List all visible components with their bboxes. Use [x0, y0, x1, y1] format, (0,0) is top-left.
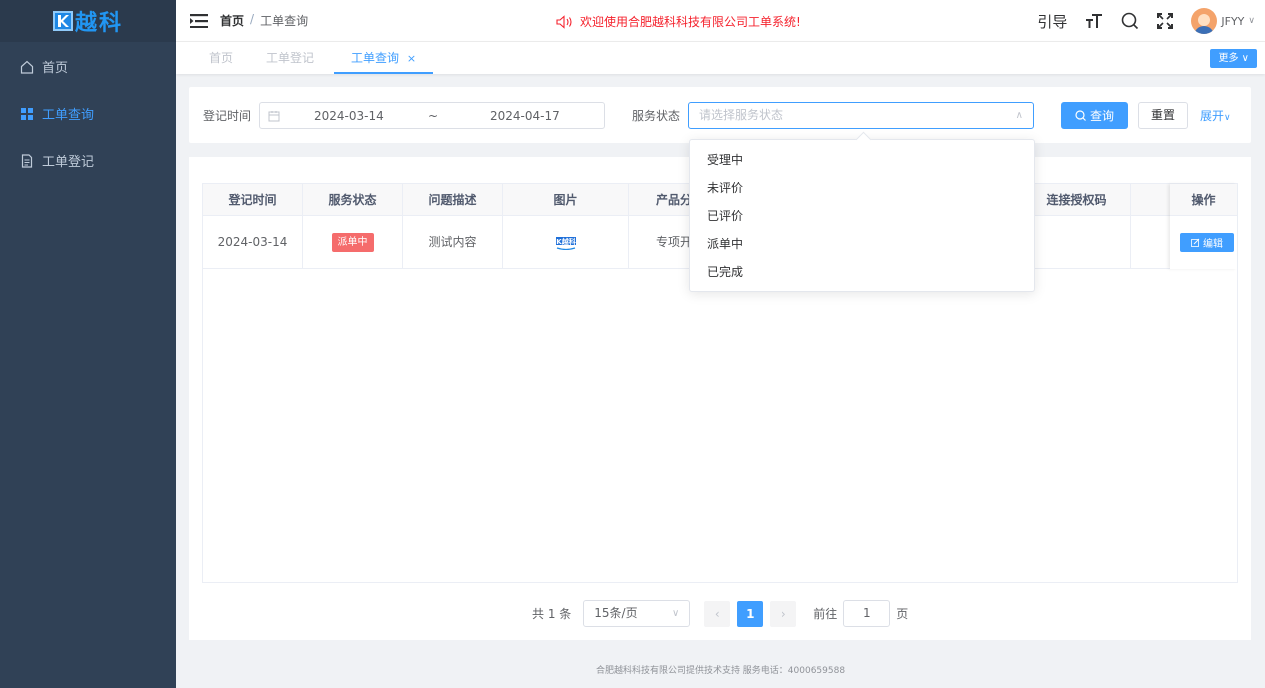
- reset-button[interactable]: 重置: [1138, 102, 1188, 129]
- username: JFYY: [1221, 14, 1245, 28]
- status-badge: 派单中: [331, 233, 374, 252]
- thumbnail-image[interactable]: K越科: [555, 236, 577, 250]
- cell-time: 2024-03-14: [203, 216, 303, 268]
- expand-label: 展开: [1200, 109, 1225, 123]
- status-placeholder: 请选择服务状态: [699, 108, 784, 122]
- more-button[interactable]: 更多 ∨: [1210, 49, 1257, 68]
- sidebar: 越科 首页 工单查询 工单登记: [0, 0, 176, 688]
- fullscreen-icon[interactable]: [1157, 13, 1174, 29]
- col-image: 图片: [503, 184, 629, 216]
- cell-extra: [1131, 216, 1171, 268]
- goto-page-input[interactable]: 1: [843, 600, 891, 627]
- status-select[interactable]: 请选择服务状态 ∧: [688, 102, 1034, 129]
- footer: 合肥越科科技有限公司提供技术支持 服务电话：4000659588: [595, 666, 846, 676]
- col-problem-desc: 问题描述: [403, 184, 503, 216]
- date-separator: ~: [428, 108, 439, 123]
- dropdown-option[interactable]: 已评价: [690, 202, 1034, 230]
- col-register-time: 登记时间: [203, 184, 303, 216]
- chevron-down-icon: ∨: [1241, 53, 1249, 64]
- chevron-up-icon: ∧: [1015, 110, 1023, 121]
- status-dropdown: 受理中 未评价 已评价 派单中 已完成: [689, 139, 1035, 292]
- cell-image: K越科: [503, 216, 629, 268]
- page-size-select[interactable]: 15条/页 ∨: [583, 600, 691, 627]
- sidebar-item-label: 工单查询: [42, 108, 95, 123]
- tags-view: 首页 工单登记 工单查询 × 更多 ∨: [176, 42, 1265, 74]
- date-range-picker[interactable]: 2024-03-14 ~ 2024-04-17: [259, 102, 605, 129]
- fixed-operation-column: 操作 编辑: [1170, 184, 1237, 269]
- home-icon: [20, 60, 34, 74]
- hamburger-icon[interactable]: [190, 13, 208, 28]
- top-header: 首页 / 工单查询 欢迎使用合肥越科科技有限公司工单系统! 引导 JFYY ∨: [176, 0, 1265, 42]
- sidebar-item-workorder-query[interactable]: 工单查询: [0, 90, 176, 137]
- pagination: 共 1 条 15条/页 ∨ ‹ 1 › 前往 1 页: [532, 600, 908, 627]
- dropdown-option[interactable]: 已完成: [690, 258, 1034, 286]
- close-icon[interactable]: ×: [407, 52, 416, 65]
- next-page-button[interactable]: ›: [770, 600, 797, 627]
- sidebar-item-home[interactable]: 首页: [0, 43, 176, 90]
- breadcrumb-home[interactable]: 首页: [220, 12, 244, 29]
- search-icon[interactable]: [1121, 12, 1139, 30]
- page-number[interactable]: 1: [737, 600, 764, 627]
- chevron-down-icon: ∨: [1224, 113, 1231, 123]
- tag-workorder-query[interactable]: 工单查询 ×: [334, 42, 434, 74]
- status-label: 服务状态: [632, 109, 681, 123]
- announcement-text: 欢迎使用合肥越科科技有限公司工单系统!: [580, 15, 801, 29]
- logo: 越科: [0, 0, 176, 42]
- sidebar-item-label: 工单登记: [42, 155, 95, 170]
- tag-home[interactable]: 首页: [209, 42, 233, 74]
- col-extra: [1131, 184, 1171, 216]
- cell-auth-code: [1023, 216, 1131, 268]
- search-icon: [1075, 110, 1086, 121]
- tag-label: 工单查询: [351, 51, 400, 65]
- cell-status: 派单中: [303, 216, 403, 268]
- guide-link[interactable]: 引导: [1037, 11, 1067, 32]
- edit-icon: [1191, 238, 1200, 247]
- goto-page: 前往 1 页: [813, 600, 908, 627]
- more-label: 更多: [1218, 53, 1239, 64]
- breadcrumb-current: 工单查询: [260, 14, 309, 28]
- date-start[interactable]: 2024-03-14: [314, 109, 384, 123]
- expand-toggle[interactable]: 展开∨: [1200, 107, 1231, 124]
- user-menu[interactable]: JFYY ∨: [1191, 8, 1255, 34]
- sidebar-item-workorder-register[interactable]: 工单登记: [0, 137, 176, 184]
- date-label: 登记时间: [203, 109, 252, 123]
- sidebar-item-label: 首页: [42, 61, 69, 76]
- dropdown-option[interactable]: 受理中: [690, 146, 1034, 174]
- breadcrumb-separator: /: [250, 12, 255, 26]
- page-unit: 页: [896, 607, 909, 621]
- avatar: [1191, 8, 1218, 34]
- announcement: 欢迎使用合肥越科科技有限公司工单系统!: [556, 13, 801, 30]
- edit-label: 编辑: [1203, 239, 1223, 250]
- tag-workorder-register[interactable]: 工单登记: [266, 42, 314, 74]
- font-size-icon[interactable]: [1085, 13, 1103, 29]
- document-icon: [21, 153, 33, 168]
- search-form: 登记时间 2024-03-14 ~ 2024-04-17 服务状态 请选择服务状…: [189, 87, 1251, 143]
- cell-desc: 测试内容: [403, 216, 503, 268]
- col-operation: 操作: [1170, 184, 1237, 216]
- goto-label: 前往: [813, 607, 838, 621]
- calendar-icon: [268, 110, 280, 121]
- chevron-down-icon: ∨: [1248, 16, 1255, 26]
- query-button[interactable]: 查询: [1061, 102, 1128, 129]
- col-service-status: 服务状态: [303, 184, 403, 216]
- svg-text:K越科: K越科: [556, 237, 575, 246]
- dropdown-option[interactable]: 派单中: [690, 230, 1034, 258]
- date-end[interactable]: 2024-04-17: [490, 109, 560, 123]
- logo-text: 越科: [74, 11, 123, 36]
- grid-icon: [21, 107, 33, 120]
- logo-k-icon: [52, 11, 73, 31]
- edit-button[interactable]: 编辑: [1180, 233, 1234, 252]
- page-size-value: 15条/页: [594, 606, 638, 620]
- query-label: 查询: [1089, 109, 1114, 123]
- pagination-total: 共 1 条: [532, 607, 572, 621]
- breadcrumb: 首页 / 工单查询: [220, 12, 308, 29]
- col-auth-code: 连接授权码: [1023, 184, 1131, 216]
- prev-page-button[interactable]: ‹: [704, 600, 731, 627]
- dropdown-option[interactable]: 未评价: [690, 174, 1034, 202]
- chevron-down-icon: ∨: [671, 608, 680, 619]
- speaker-icon: [556, 14, 572, 29]
